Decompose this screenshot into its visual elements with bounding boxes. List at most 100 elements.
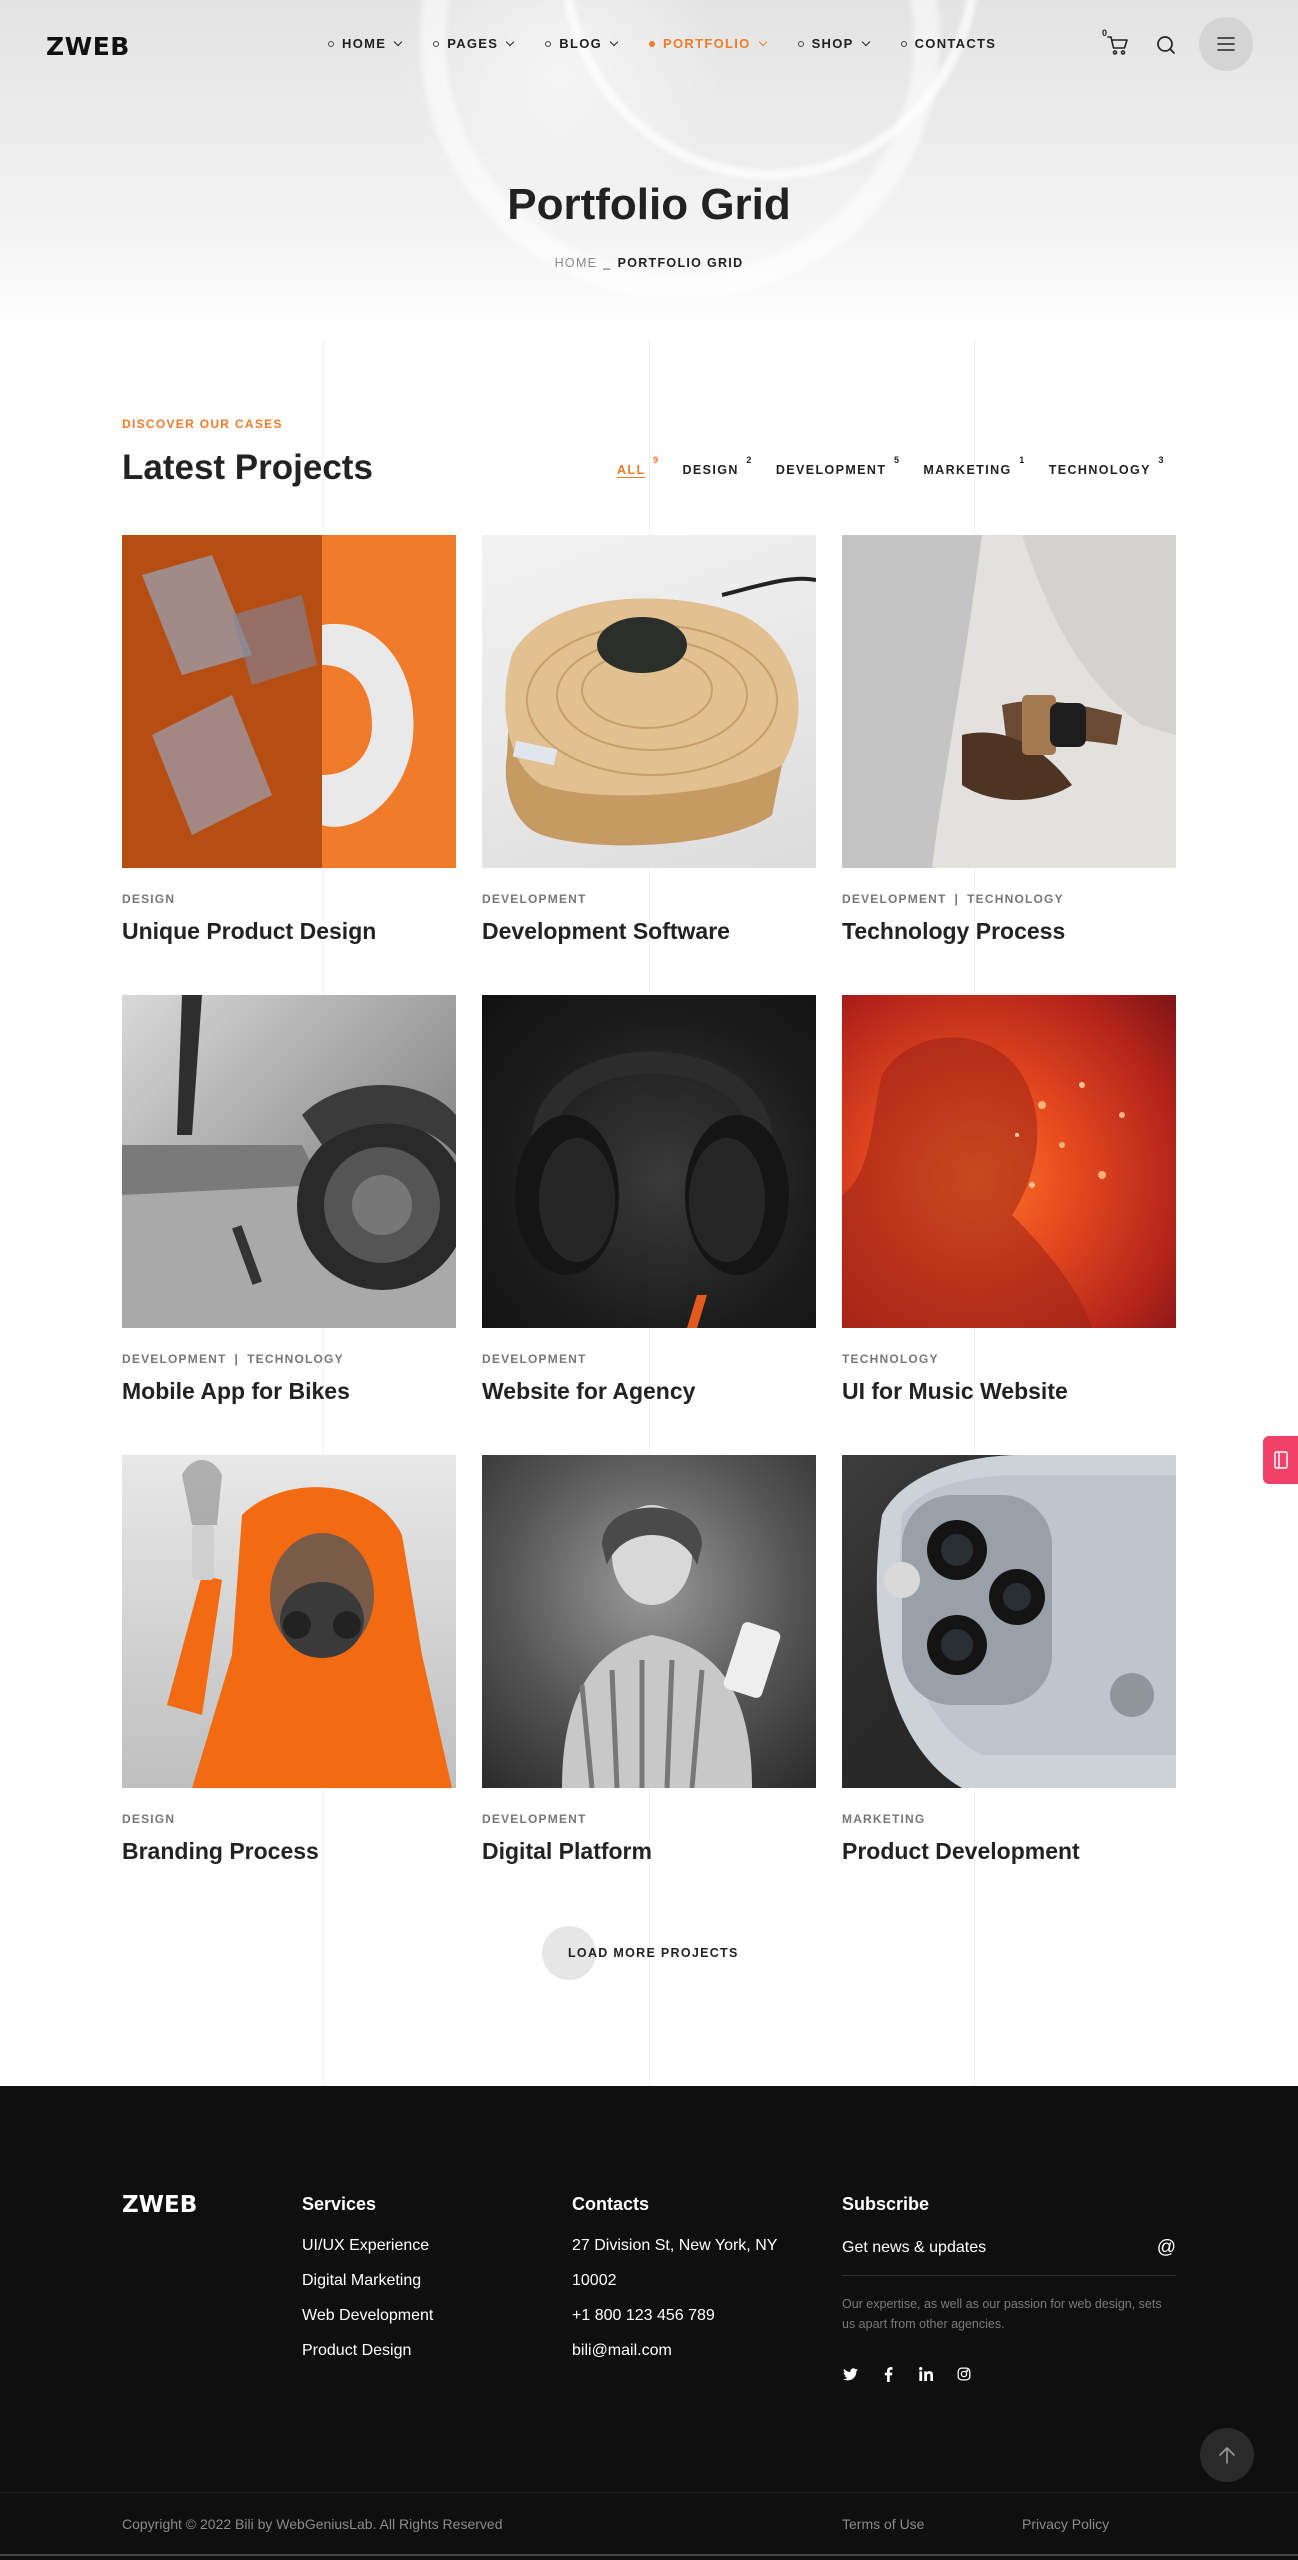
instagram-icon[interactable] bbox=[956, 2366, 972, 2382]
search-icon bbox=[1157, 36, 1175, 54]
site-logo[interactable]: ZWEB bbox=[46, 32, 130, 61]
project-category: DEVELOPMENT | TECHNOLOGY bbox=[842, 892, 1176, 906]
filter-design[interactable]: DESIGN 2 bbox=[683, 455, 752, 477]
footer-link[interactable]: Product Design bbox=[302, 2342, 433, 2360]
project-title[interactable]: Branding Process bbox=[122, 1838, 456, 1865]
project-title[interactable]: Technology Process bbox=[842, 918, 1176, 945]
subscribe-form: Get news & updates @ bbox=[842, 2237, 1176, 2276]
side-panel-button[interactable] bbox=[1263, 1436, 1298, 1484]
category-tag[interactable]: DEVELOPMENT bbox=[482, 1812, 587, 1826]
project-title[interactable]: UI for Music Website bbox=[842, 1378, 1176, 1405]
terms-link[interactable]: Terms of Use bbox=[842, 2516, 924, 2532]
project-card[interactable]: DESIGN Branding Process bbox=[122, 1455, 456, 1865]
nav-item-pages[interactable]: PAGES bbox=[433, 36, 515, 51]
category-tag[interactable]: TECHNOLOGY bbox=[842, 1352, 939, 1366]
project-card[interactable]: TECHNOLOGY UI for Music Website bbox=[842, 995, 1176, 1405]
nav-item-contacts[interactable]: CONTACTS bbox=[900, 36, 997, 51]
project-image[interactable] bbox=[122, 535, 456, 868]
menu-button[interactable] bbox=[1199, 17, 1253, 71]
project-image[interactable] bbox=[482, 995, 816, 1328]
nav-item-portfolio[interactable]: PORTFOLIO bbox=[649, 36, 767, 51]
category-tag[interactable]: DESIGN bbox=[122, 892, 175, 906]
project-image[interactable] bbox=[122, 1455, 456, 1788]
twitter-icon[interactable] bbox=[842, 2366, 858, 2382]
nav-item-blog[interactable]: BLOG bbox=[545, 36, 619, 51]
project-title[interactable]: Product Development bbox=[842, 1838, 1176, 1865]
project-title[interactable]: Digital Platform bbox=[482, 1838, 816, 1865]
subscribe-input[interactable]: Get news & updates bbox=[842, 2239, 986, 2257]
subscribe-submit-button[interactable]: @ bbox=[1157, 2237, 1176, 2259]
hero-header: ZWEB HOME PAGES BLOG PORTFOLIO SHOP CONT… bbox=[0, 0, 1298, 340]
site-footer: ZWEB Services UI/UX Experience Digital M… bbox=[0, 2086, 1298, 2560]
project-image[interactable] bbox=[842, 535, 1176, 868]
bullet-icon bbox=[433, 40, 440, 47]
filter-development[interactable]: DEVELOPMENT 5 bbox=[775, 455, 899, 477]
project-image[interactable] bbox=[482, 1455, 816, 1788]
project-card[interactable]: DEVELOPMENT | TECHNOLOGY Technology Proces… bbox=[842, 535, 1176, 945]
privacy-link[interactable]: Privacy Policy bbox=[1022, 2516, 1109, 2532]
project-card[interactable]: MARKETING Product Development bbox=[842, 1455, 1176, 1865]
footer-link[interactable]: Digital Marketing bbox=[302, 2272, 433, 2290]
project-card[interactable]: DEVELOPMENT Website for Agency bbox=[482, 995, 816, 1405]
project-image-art bbox=[842, 535, 1176, 868]
project-title[interactable]: Mobile App for Bikes bbox=[122, 1378, 456, 1405]
project-card[interactable]: DEVELOPMENT Digital Platform bbox=[482, 1455, 816, 1865]
filter-marketing[interactable]: MARKETING 1 bbox=[923, 455, 1024, 477]
footer-logo[interactable]: ZWEB bbox=[122, 2192, 197, 2218]
project-category: DEVELOPMENT bbox=[482, 1352, 816, 1366]
project-title[interactable]: Unique Product Design bbox=[122, 918, 456, 945]
chevron-down-icon bbox=[609, 37, 619, 46]
portfolio-filters: ALL 9 DESIGN 2 DEVELOPMENT 5 MARKETING 1 TEC… bbox=[617, 455, 1164, 477]
project-image[interactable] bbox=[842, 1455, 1176, 1788]
nav-item-label: SHOP bbox=[811, 36, 854, 51]
project-title[interactable]: Website for Agency bbox=[482, 1378, 816, 1405]
footer-divider bbox=[0, 2492, 1298, 2493]
category-divider: | bbox=[234, 1352, 240, 1366]
footer-phone[interactable]: +1 800 123 456 789 bbox=[572, 2307, 777, 2325]
category-tag[interactable]: DEVELOPMENT bbox=[842, 892, 947, 906]
bullet-icon bbox=[649, 40, 656, 47]
breadcrumb-home[interactable]: HOME bbox=[555, 256, 598, 270]
category-tag[interactable]: DESIGN bbox=[122, 1812, 175, 1826]
category-tag[interactable]: TECHNOLOGY bbox=[967, 892, 1064, 906]
nav-item-home[interactable]: HOME bbox=[328, 36, 403, 51]
footer-link[interactable]: Web Development bbox=[302, 2307, 433, 2325]
category-tag[interactable]: MARKETING bbox=[842, 1812, 925, 1826]
filter-label: DEVELOPMENT bbox=[775, 463, 887, 477]
copyright-text: Copyright © 2022 Bili by WebGeniusLab. A… bbox=[122, 2516, 503, 2532]
nav-item-shop[interactable]: SHOP bbox=[797, 36, 870, 51]
project-image-art bbox=[515, 1051, 789, 1328]
filter-count: 1 bbox=[1019, 455, 1026, 465]
cart-button[interactable]: 0 bbox=[1102, 28, 1130, 56]
footer-link[interactable]: UI/UX Experience bbox=[302, 2237, 433, 2255]
footer-email[interactable]: bili@mail.com bbox=[572, 2342, 777, 2360]
filter-label: TECHNOLOGY bbox=[1048, 463, 1151, 477]
book-icon bbox=[1273, 1451, 1288, 1469]
facebook-icon[interactable] bbox=[880, 2366, 896, 2382]
nav-item-label: PORTFOLIO bbox=[663, 36, 751, 51]
project-card[interactable]: DEVELOPMENT | TECHNOLOGY Mobile App for Bi… bbox=[122, 995, 456, 1405]
category-divider: | bbox=[954, 892, 960, 906]
project-image[interactable] bbox=[842, 995, 1176, 1328]
project-card[interactable]: DEVELOPMENT Development Software bbox=[482, 535, 816, 945]
cart-icon bbox=[1107, 36, 1128, 55]
category-tag[interactable]: DEVELOPMENT bbox=[122, 1352, 227, 1366]
category-tag[interactable]: DEVELOPMENT bbox=[482, 1352, 587, 1366]
chevron-down-icon bbox=[393, 37, 403, 46]
project-image[interactable] bbox=[122, 995, 456, 1328]
project-card[interactable]: DESIGN Unique Product Design bbox=[122, 535, 456, 945]
filter-technology[interactable]: TECHNOLOGY 3 bbox=[1048, 455, 1164, 477]
load-more-button[interactable]: LOAD MORE PROJECTS bbox=[542, 1926, 739, 1980]
filter-count: 5 bbox=[893, 455, 901, 465]
category-tag[interactable]: DEVELOPMENT bbox=[482, 892, 587, 906]
filter-all[interactable]: ALL 9 bbox=[617, 455, 658, 477]
project-category: DEVELOPMENT bbox=[482, 892, 816, 906]
search-button[interactable] bbox=[1155, 34, 1177, 56]
social-links bbox=[842, 2366, 1176, 2382]
category-tag[interactable]: TECHNOLOGY bbox=[247, 1352, 344, 1366]
project-image-art bbox=[122, 535, 456, 868]
project-title[interactable]: Development Software bbox=[482, 918, 816, 945]
back-to-top-button[interactable] bbox=[1200, 2428, 1254, 2482]
project-image[interactable] bbox=[482, 535, 816, 868]
linkedin-icon[interactable] bbox=[918, 2366, 934, 2382]
